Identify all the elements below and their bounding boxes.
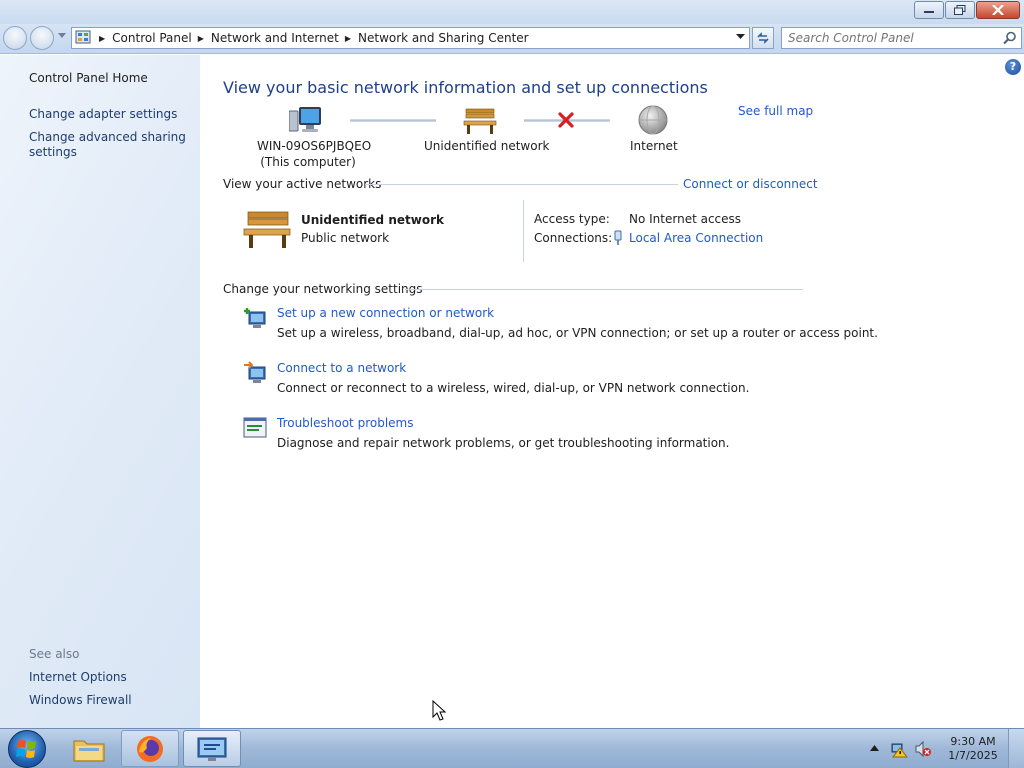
windows-firewall-link[interactable]: Windows Firewall — [29, 693, 132, 707]
new-connection-icon — [244, 308, 266, 328]
section-divider — [405, 289, 803, 290]
network-bench-icon — [243, 211, 291, 248]
search-input[interactable] — [788, 28, 998, 48]
connection-line — [350, 119, 436, 122]
networking-settings-heading: Change your networking settings — [223, 282, 423, 296]
active-networks-heading: View your active networks — [223, 177, 382, 191]
breadcrumb-separator-icon[interactable]: ▶ — [345, 34, 351, 43]
window-controls — [914, 1, 1020, 19]
internet-globe-icon[interactable] — [637, 104, 669, 136]
close-button[interactable] — [976, 1, 1020, 19]
no-connection-x-icon — [558, 112, 574, 128]
close-icon — [992, 5, 1004, 15]
back-button[interactable] — [3, 26, 27, 50]
start-button[interactable] — [8, 730, 46, 768]
clock-time: 9:30 AM — [950, 735, 996, 748]
connect-or-disconnect-link[interactable]: Connect or disconnect — [683, 177, 818, 191]
restore-button[interactable] — [945, 1, 975, 19]
link-text-line-1: Change advanced sharing — [29, 130, 186, 144]
network-status-icon[interactable] — [890, 740, 908, 758]
title-bar — [0, 0, 1024, 24]
section-divider — [365, 184, 678, 185]
minimize-icon — [924, 11, 934, 13]
folder-icon — [73, 740, 105, 761]
navigation-bar: ▶ Control Panel ▶ Network and Internet ▶… — [0, 24, 1024, 54]
breadcrumb-separator-icon[interactable]: ▶ — [99, 34, 105, 43]
breadcrumb-control-panel[interactable]: Control Panel — [112, 31, 192, 45]
see-also-heading: See also — [29, 647, 80, 661]
help-icon[interactable]: ? — [1005, 59, 1021, 75]
clock-date: 1/7/2025 — [948, 749, 998, 762]
breadcrumb-separator-icon[interactable]: ▶ — [198, 34, 204, 43]
search-icon[interactable] — [1003, 31, 1017, 45]
local-area-connection-link[interactable]: Local Area Connection — [629, 231, 763, 245]
refresh-icon — [757, 32, 769, 44]
system-clock[interactable]: 9:30 AM 1/7/2025 — [943, 735, 1003, 763]
minimize-button[interactable] — [914, 1, 944, 19]
internet-options-link[interactable]: Internet Options — [29, 670, 127, 684]
main-content: ? View your basic network information an… — [200, 55, 1024, 728]
change-adapter-settings-link[interactable]: Change adapter settings — [29, 107, 177, 121]
access-type-label: Access type: — [534, 212, 610, 226]
breadcrumb-network-and-internet[interactable]: Network and Internet — [211, 31, 339, 45]
change-advanced-sharing-settings-link[interactable]: Change advanced sharing settings — [29, 130, 186, 159]
computer-icon[interactable] — [289, 105, 323, 135]
connections-label: Connections: — [534, 231, 613, 245]
computer-name-label: WIN-09OS6PJBQEO — [257, 139, 372, 153]
page-title: View your basic network information and … — [223, 78, 708, 97]
control-panel-icon — [75, 30, 91, 44]
address-history-dropdown-icon[interactable] — [736, 34, 745, 40]
link-text-line-2: settings — [29, 145, 77, 159]
see-full-map-link[interactable]: See full map — [738, 104, 813, 118]
search-box[interactable] — [781, 27, 1022, 49]
access-type-value: No Internet access — [629, 212, 742, 226]
network-type-link[interactable]: Public network — [301, 231, 389, 245]
recent-pages-dropdown-icon[interactable] — [58, 33, 66, 39]
vertical-divider — [523, 200, 524, 262]
troubleshoot-icon — [243, 417, 267, 438]
connect-network-icon — [244, 361, 266, 383]
mouse-cursor-icon — [432, 700, 446, 721]
taskbar: 9:30 AM 1/7/2025 — [0, 728, 1024, 768]
windows-logo-icon — [16, 740, 36, 758]
map-network-label: Unidentified network — [424, 139, 550, 153]
breadcrumb-network-sharing-center[interactable]: Network and Sharing Center — [358, 31, 529, 45]
refresh-button[interactable] — [752, 27, 774, 49]
setup-new-connection-link[interactable]: Set up a new connection or network — [277, 306, 494, 320]
connect-to-network-description: Connect or reconnect to a wireless, wire… — [277, 381, 750, 395]
address-bar[interactable]: ▶ Control Panel ▶ Network and Internet ▶… — [71, 27, 750, 49]
forward-button[interactable] — [30, 26, 54, 50]
volume-muted-icon[interactable] — [914, 740, 932, 758]
firefox-icon — [137, 735, 163, 762]
taskbar-explorer-button[interactable] — [60, 730, 118, 767]
show-desktop-button[interactable] — [1008, 729, 1024, 768]
taskbar-firefox-button[interactable] — [121, 730, 179, 767]
troubleshoot-problems-link[interactable]: Troubleshoot problems — [277, 416, 413, 430]
active-network-name: Unidentified network — [301, 213, 444, 227]
troubleshoot-problems-description: Diagnose and repair network problems, or… — [277, 436, 730, 450]
show-hidden-icons-icon[interactable] — [870, 745, 879, 751]
network-center-icon — [197, 737, 227, 761]
taskbar-control-panel-button[interactable] — [183, 730, 241, 767]
this-computer-label: (This computer) — [260, 155, 356, 169]
left-navigation-pane: Control Panel Home Change adapter settin… — [0, 55, 200, 728]
restore-icon — [954, 5, 966, 15]
unidentified-network-bench-icon[interactable] — [463, 107, 497, 135]
map-internet-label: Internet — [630, 139, 678, 153]
setup-new-connection-description: Set up a wireless, broadband, dial-up, a… — [277, 326, 878, 340]
control-panel-home-link[interactable]: Control Panel Home — [29, 71, 148, 85]
connect-to-network-link[interactable]: Connect to a network — [277, 361, 406, 375]
ethernet-plug-icon — [614, 230, 622, 245]
